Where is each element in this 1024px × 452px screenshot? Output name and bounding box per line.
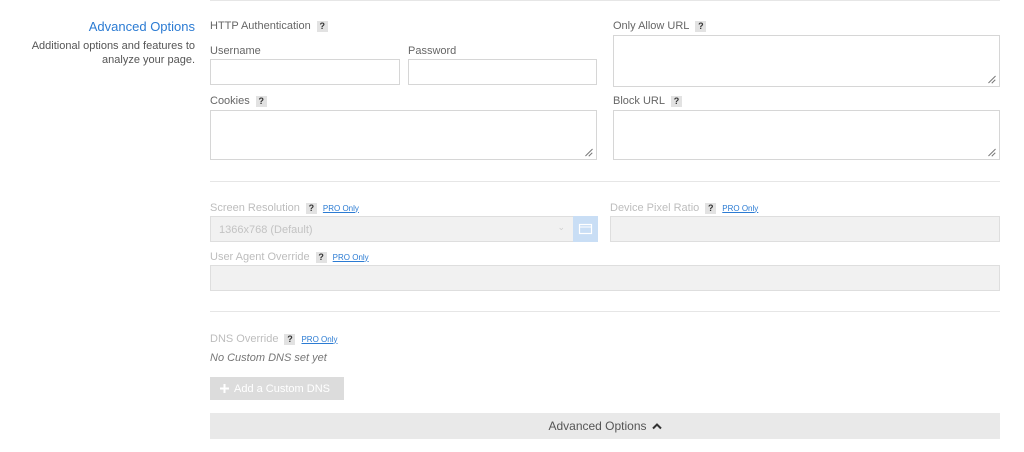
help-icon[interactable]: ? — [284, 333, 296, 345]
advanced-options-toggle[interactable]: Advanced Options — [210, 413, 1000, 439]
help-icon[interactable]: ? — [305, 202, 317, 214]
section-divider — [210, 311, 1000, 312]
http-auth-label: HTTP Authentication ? — [210, 20, 328, 32]
resize-handle-icon[interactable] — [988, 75, 996, 83]
cookies-textarea[interactable] — [210, 110, 597, 160]
cookies-label-text: Cookies — [210, 95, 250, 107]
only-allow-url-textarea[interactable] — [613, 35, 1000, 87]
help-icon[interactable]: ? — [670, 95, 682, 107]
screen-resolution-select[interactable]: 1366x768 (Default) ⌄ — [210, 216, 574, 242]
dns-empty-note: No Custom DNS set yet — [210, 352, 327, 364]
pro-only-link[interactable]: PRO Only — [333, 253, 369, 262]
only-allow-url-label: Only Allow URL ? — [613, 20, 707, 32]
http-auth-label-text: HTTP Authentication — [210, 20, 311, 32]
dns-override-label: DNS Override ? PRO Only — [210, 333, 337, 345]
screen-resolution-value: 1366x768 (Default) — [219, 224, 313, 236]
device-pixel-ratio-label: Device Pixel Ratio ? PRO Only — [610, 202, 758, 214]
pro-only-link[interactable]: PRO Only — [301, 335, 337, 344]
block-url-textarea[interactable] — [613, 110, 1000, 160]
help-icon[interactable]: ? — [695, 20, 707, 32]
user-agent-override-label-text: User Agent Override — [210, 251, 310, 263]
pro-only-link[interactable]: PRO Only — [722, 204, 758, 213]
device-pixel-ratio-field[interactable] — [610, 216, 1000, 242]
resize-handle-icon[interactable] — [988, 148, 996, 156]
password-field[interactable] — [408, 59, 597, 85]
user-agent-override-field[interactable] — [210, 265, 1000, 291]
only-allow-url-label-text: Only Allow URL — [613, 20, 690, 32]
section-description: Additional options and features to analy… — [31, 40, 195, 66]
chevron-up-icon — [651, 423, 662, 430]
help-icon[interactable]: ? — [316, 20, 328, 32]
pro-only-link[interactable]: PRO Only — [323, 204, 359, 213]
user-agent-override-label: User Agent Override ? PRO Only — [210, 251, 369, 263]
help-icon[interactable]: ? — [255, 95, 267, 107]
plus-icon — [220, 384, 229, 393]
help-icon[interactable]: ? — [705, 202, 717, 214]
block-url-label-text: Block URL — [613, 95, 665, 107]
rotate-orientation-button[interactable] — [573, 216, 598, 242]
top-divider — [210, 0, 1000, 1]
resize-handle-icon[interactable] — [585, 148, 593, 156]
block-url-label: Block URL ? — [613, 95, 682, 107]
device-pixel-ratio-label-text: Device Pixel Ratio — [610, 202, 700, 214]
add-custom-dns-button[interactable]: Add a Custom DNS — [210, 377, 344, 400]
screen-resolution-label-text: Screen Resolution — [210, 202, 300, 214]
cookies-label: Cookies ? — [210, 95, 267, 107]
password-label: Password — [408, 45, 457, 57]
chevron-down-icon: ⌄ — [557, 222, 565, 232]
username-field[interactable] — [210, 59, 400, 85]
advanced-options-toggle-label: Advanced Options — [548, 419, 647, 433]
screen-icon — [578, 223, 593, 235]
help-icon[interactable]: ? — [315, 251, 327, 263]
dns-override-label-text: DNS Override — [210, 333, 279, 345]
section-divider — [210, 181, 1000, 182]
add-custom-dns-label: Add a Custom DNS — [234, 382, 330, 395]
section-title: Advanced Options — [88, 19, 195, 34]
screen-resolution-label: Screen Resolution ? PRO Only — [210, 202, 359, 214]
username-label: Username — [210, 45, 261, 57]
